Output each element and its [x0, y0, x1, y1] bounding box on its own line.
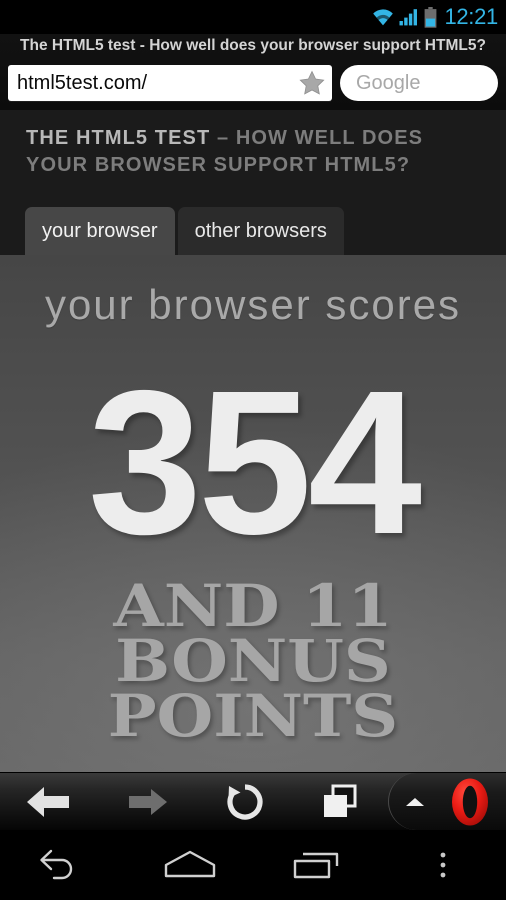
nav-recents-icon [294, 852, 339, 879]
search-placeholder: Google [356, 71, 421, 94]
nav-home-icon [164, 850, 215, 878]
toolbar-right-cluster [388, 773, 506, 830]
nav-recents-button[interactable] [253, 830, 380, 900]
site-title-strong: THE HTML5 TEST [26, 127, 211, 149]
status-bar: 12:21 [0, 0, 506, 34]
toolbar-forward-button[interactable] [108, 773, 188, 830]
status-bar-icons [372, 6, 437, 28]
browser-address-row: html5test.com/ Google [0, 62, 506, 104]
search-input[interactable]: Google [340, 65, 498, 101]
device-screen: 12:21 The HTML5 test - How well does you… [0, 0, 506, 900]
nav-home-button[interactable] [127, 830, 254, 900]
site-tab-bar: your browser other browsers [25, 207, 344, 255]
bonus-points-text: AND 11 BONUS POINTS [0, 572, 506, 750]
tab-your-browser-label: your browser [42, 219, 158, 242]
status-bar-clock: 12:21 [444, 4, 498, 29]
star-icon[interactable] [299, 70, 325, 96]
browser-page-title: The HTML5 test - How well does your brow… [20, 37, 486, 54]
battery-icon [425, 6, 437, 28]
bonus-line-2: BONUS [115, 627, 391, 695]
toolbar-tabs-button[interactable] [300, 773, 380, 830]
scores-label: your browser scores [44, 281, 462, 328]
bonus-line-3: POINTS [107, 682, 399, 750]
nav-overflow-icon [440, 852, 446, 878]
nav-back-icon [40, 849, 73, 880]
wifi-icon [373, 9, 394, 26]
bonus-line-1: AND 11 [113, 572, 393, 640]
web-page-viewport: THE HTML5 TEST – HOW WELL DOES YOUR BROW… [0, 110, 506, 772]
refresh-icon [227, 783, 263, 820]
tab-other-browsers[interactable]: other browsers [177, 207, 344, 255]
arrow-left-icon [27, 786, 69, 817]
toolbar-back-button[interactable] [8, 773, 88, 830]
signal-icon [399, 9, 418, 26]
tab-other-browsers-label: other browsers [194, 219, 327, 242]
chevron-up-icon[interactable] [404, 795, 426, 809]
opera-logo-icon[interactable] [448, 777, 492, 827]
address-bar-text: html5test.com/ [17, 71, 148, 94]
score-value: 354 [87, 348, 422, 577]
arrow-right-icon [129, 788, 167, 815]
browser-chrome: The HTML5 test - How well does your brow… [0, 34, 506, 110]
site-title: THE HTML5 TEST – HOW WELL DOES YOUR BROW… [26, 125, 476, 179]
score-panel: your browser scores 354 AND 11 BONUS POI… [0, 255, 506, 772]
windows-icon [324, 784, 357, 817]
site-header: THE HTML5 TEST – HOW WELL DOES YOUR BROW… [0, 110, 506, 255]
toolbar-reload-button[interactable] [205, 773, 285, 830]
nav-menu-button[interactable] [380, 830, 506, 900]
android-nav-bar [0, 830, 506, 900]
address-bar[interactable]: html5test.com/ [8, 65, 332, 101]
nav-back-button[interactable] [0, 830, 127, 900]
opera-toolbar [0, 772, 506, 830]
tab-your-browser[interactable]: your browser [25, 207, 175, 255]
